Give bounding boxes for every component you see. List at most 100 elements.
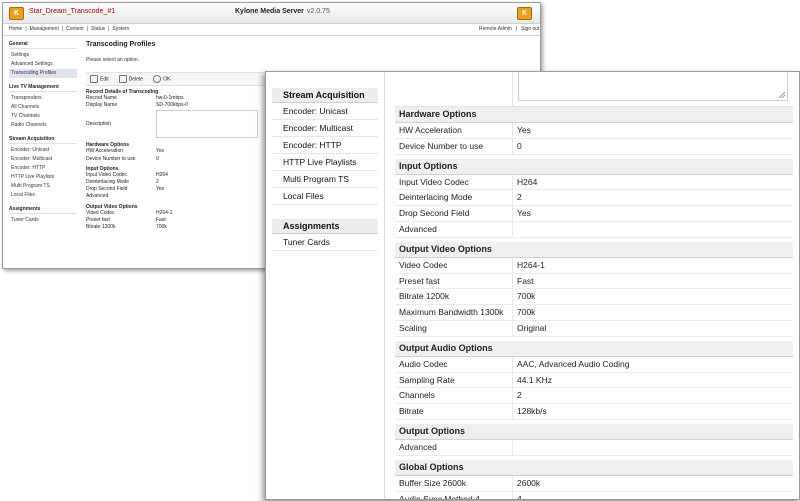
nav-link[interactable]: Content xyxy=(66,26,84,32)
field-value: AAC, Advanced Audio Coding xyxy=(517,358,630,369)
sidebar-group: Live TV Management Transponders All Channe… xyxy=(9,84,77,130)
sidebar-section-title: Stream Acquisition xyxy=(272,88,378,103)
field-label: Sampling Rate xyxy=(395,372,513,388)
table-row: Audio Codec AAC, Advanced Audio Coding xyxy=(395,356,793,373)
cell-divider xyxy=(512,72,513,106)
table-row: Drop Second Field Yes xyxy=(395,206,793,222)
app-version: v2.0.75 xyxy=(306,8,330,15)
sidebar-item[interactable]: Encoder: HTTP xyxy=(9,164,77,173)
field-label: Bitrate 1200k xyxy=(395,289,513,305)
field-value: Yes xyxy=(156,148,165,155)
resize-grip-icon[interactable] xyxy=(779,92,785,98)
section-header: Hardware Options xyxy=(395,107,793,123)
sidebar-item[interactable]: Multi Program TS xyxy=(272,171,378,188)
sidebar-item[interactable]: Local Files xyxy=(272,188,378,205)
nav-separator: | xyxy=(25,26,27,32)
field-label: Audio Codec xyxy=(395,356,513,372)
delete-button[interactable]: Delete xyxy=(118,75,144,83)
field-label: Bitrate 1200k xyxy=(86,223,116,230)
sidebar-item[interactable]: Encoder: Unicast xyxy=(272,103,378,120)
sidebar-item[interactable]: HTTP Live Playlists xyxy=(9,173,77,182)
table-row: Scaling Original xyxy=(395,320,793,337)
kylone-logo-icon: K xyxy=(9,7,24,20)
sidebar-item[interactable]: Advanced Settings xyxy=(9,60,77,69)
table-row: HW Acceleration Yes xyxy=(395,123,793,139)
field-label: Deinterlacing Mode xyxy=(395,190,513,206)
field-label: Maximum Bandwidth 1300k xyxy=(395,305,513,320)
field-value: Fast xyxy=(517,275,534,286)
table-row: Video Codec H264-1 xyxy=(395,257,793,274)
table-row: Buffer Size 2600k 2600k xyxy=(395,475,793,492)
field-value: H264 xyxy=(517,176,538,187)
table-row: Bitrate 128kb/s xyxy=(395,404,793,420)
field-value: Yes xyxy=(517,208,531,219)
field-value: 128kb/s xyxy=(517,406,547,417)
field-label: Advanced xyxy=(395,221,513,237)
ok-button[interactable]: OK xyxy=(153,75,170,83)
field-label: Record Name xyxy=(86,95,117,101)
sidebar-item[interactable]: HTTP Live Playlists xyxy=(272,154,378,171)
field-label: Input Video Codec xyxy=(395,174,513,190)
sidebar-item[interactable]: Local Files xyxy=(9,191,77,200)
sidebar-group: Assignments Tuner Cards xyxy=(272,219,378,251)
table-row: Deinterlacing Mode 2 xyxy=(395,190,793,207)
section-header: Output Audio Options xyxy=(395,340,793,357)
field-value: 2 xyxy=(517,390,522,401)
sidebar-item[interactable]: All Channels xyxy=(9,103,77,112)
sidebar-item[interactable]: Tuner Cards xyxy=(9,216,77,225)
sidebar-section-title: Live TV Management xyxy=(9,84,77,92)
user-link[interactable]: Sign out xyxy=(521,26,539,32)
field-label: Video Codec xyxy=(395,257,513,273)
field-label: Buffer Size 2600k xyxy=(395,475,513,491)
sidebar-item[interactable]: Multi Program TS xyxy=(9,182,77,191)
zoomed-sidebar: Stream Acquisition Encoder: Unicast Encode… xyxy=(272,88,378,251)
description-label: Description xyxy=(86,121,112,128)
sidebar-item[interactable]: Tuner Cards xyxy=(272,234,378,251)
field-value: 2600k xyxy=(517,477,541,488)
field-label: Advanced xyxy=(86,193,109,200)
zoomed-panel: Stream Acquisition Encoder: Unicast Encode… xyxy=(265,71,800,500)
field-label: Scaling xyxy=(395,320,513,336)
section-header: Output Options xyxy=(395,423,793,440)
field-value: 0 xyxy=(517,140,522,151)
delete-label: Delete xyxy=(128,76,144,83)
description-textarea[interactable] xyxy=(518,72,788,101)
table-row: Audio Sync Method 4 4 xyxy=(395,491,793,499)
nav-separator: | xyxy=(108,26,110,32)
page-title: Transcoding Profiles xyxy=(86,41,156,48)
table-row: Preset fast Fast xyxy=(395,273,793,290)
field-label: Drop Second Field xyxy=(86,186,128,193)
nav-separator: | xyxy=(61,26,64,32)
user-link[interactable]: Remote Admin xyxy=(479,26,512,32)
table-row: Channels 2 xyxy=(395,388,793,405)
nav-link[interactable]: Home xyxy=(9,26,22,32)
table-row: Sampling Rate 44.1 KHz xyxy=(395,372,793,389)
description-textarea[interactable] xyxy=(156,110,258,139)
sidebar-item[interactable]: Encoder: Multicast xyxy=(272,120,378,137)
sidebar-item[interactable]: Encoder: Multicast xyxy=(9,155,77,164)
field-value xyxy=(513,222,517,237)
sidebar-section-title: Stream Acquisition xyxy=(9,136,77,144)
zoomed-details-table: Hardware Options HW Acceleration Yes Device… xyxy=(395,72,793,499)
table-row: Input Video Codec H264 xyxy=(395,174,793,191)
field-value: 700k xyxy=(517,307,536,318)
field-value: 44.1 KHz xyxy=(517,374,552,385)
sidebar-item[interactable]: Encoder: Unicast xyxy=(9,146,77,155)
edit-button[interactable]: Edit xyxy=(90,75,109,83)
field-label: Bitrate xyxy=(395,404,513,419)
table-row: Device Number to use 0 xyxy=(395,138,793,155)
nav-link[interactable]: System xyxy=(112,26,129,32)
sidebar-section-title: Assignments xyxy=(272,219,378,234)
field-label: HW Acceleration xyxy=(395,123,513,138)
sidebar-item[interactable]: Transcoding Profiles xyxy=(9,69,77,78)
ok-icon xyxy=(153,75,162,83)
sidebar-item[interactable]: Encoder: HTTP xyxy=(272,137,378,154)
sidebar-item[interactable]: Transponders xyxy=(9,94,77,103)
nav-link[interactable]: Management xyxy=(30,26,59,32)
kylone-logo-icon: K xyxy=(517,7,532,20)
sidebar-item[interactable]: TV Channels xyxy=(9,112,77,121)
sidebar-item[interactable]: Radio Channels xyxy=(9,121,77,130)
field-label: Deinterlacing Mode xyxy=(86,178,130,185)
sidebar-item[interactable]: Settings xyxy=(9,51,77,60)
nav-link[interactable]: Status xyxy=(91,26,105,32)
